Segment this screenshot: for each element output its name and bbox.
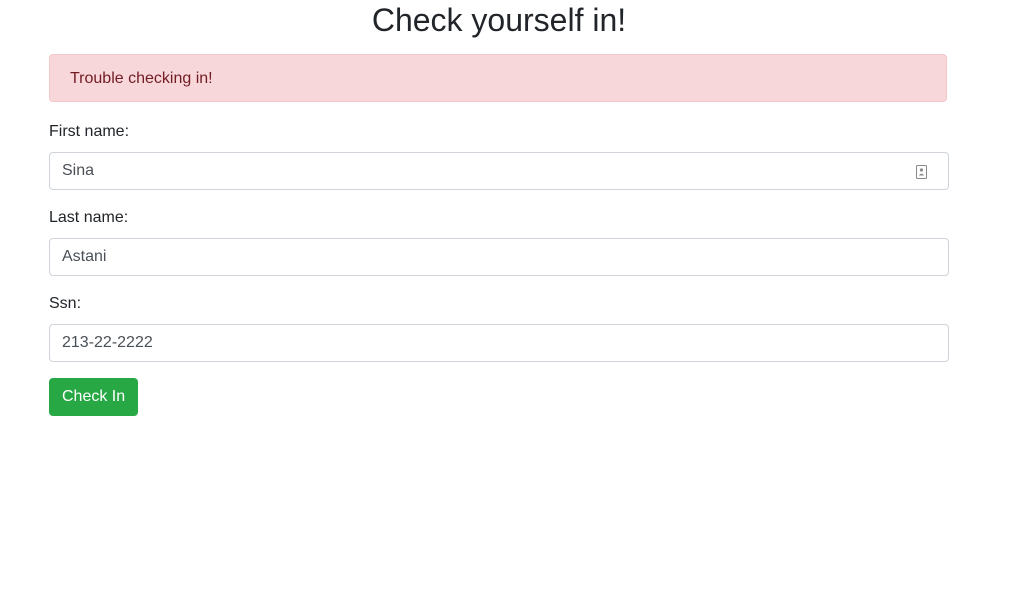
first-name-field-container [49, 152, 949, 190]
ssn-field-container [49, 324, 949, 362]
ssn-input[interactable] [50, 325, 948, 361]
error-alert-message: Trouble checking in! [70, 70, 213, 87]
last-name-input[interactable] [50, 239, 948, 275]
page-title: Check yourself in! [371, 2, 627, 38]
last-name-label: Last name: [49, 209, 129, 226]
contact-card-icon[interactable] [916, 165, 927, 179]
last-name-field-container [49, 238, 949, 276]
error-alert: Trouble checking in! [49, 54, 947, 102]
first-name-label: First name: [49, 123, 130, 140]
check-in-button[interactable]: Check In [49, 378, 139, 416]
check-in-page: Check yourself in! Trouble checking in! … [0, 0, 1017, 605]
ssn-label: Ssn: [49, 295, 82, 312]
first-name-input[interactable] [50, 153, 948, 189]
